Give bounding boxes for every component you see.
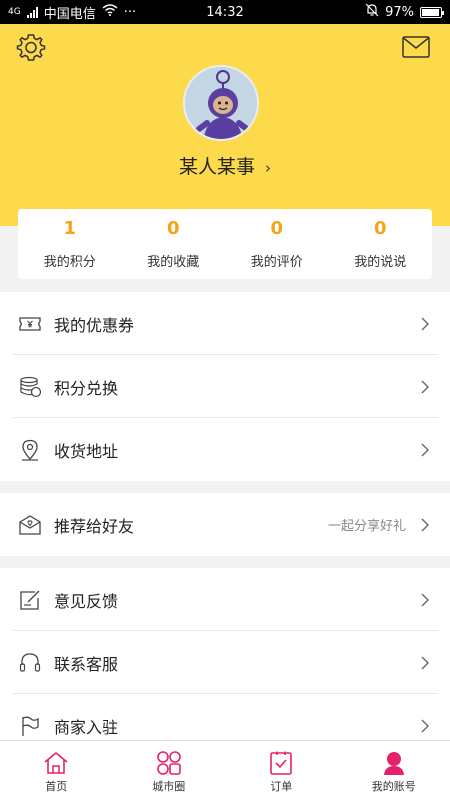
menu-item-label: 推荐给好友	[54, 516, 135, 536]
menu-item-feedback[interactable]: 意见反馈	[0, 568, 450, 631]
coupon-icon	[18, 312, 42, 336]
stat-value: 0	[270, 218, 284, 239]
chevron-right-icon	[420, 718, 430, 733]
menu-item-hint: 一起分享好礼	[327, 519, 406, 534]
tab-my-account[interactable]: 我的账号	[338, 741, 450, 800]
avatar[interactable]	[183, 65, 259, 141]
menu-item-label: 商家入驻	[54, 717, 119, 737]
stat-points[interactable]: 1 我的积分	[18, 209, 122, 279]
chevron-right-icon	[420, 655, 430, 670]
stat-label: 我的评价	[250, 255, 303, 270]
menu-item-points-exchange[interactable]: 积分兑换	[0, 355, 450, 418]
mail-icon[interactable]	[402, 36, 430, 58]
gear-icon[interactable]	[16, 32, 46, 62]
tab-label: 首页	[45, 780, 68, 793]
stat-value: 0	[373, 218, 387, 239]
headset-icon	[18, 651, 42, 675]
flag-icon	[18, 714, 42, 738]
battery-percent: 97%	[385, 4, 414, 20]
menu-item-customer-service[interactable]: 联系客服	[0, 631, 450, 694]
gift-icon	[18, 513, 42, 537]
grid-icon	[156, 750, 182, 776]
menu-group-support: 意见反馈 联系客服 商家入驻	[0, 568, 450, 757]
bottom-tab-bar: 首页 城市圈 订单 我的账号	[0, 740, 450, 800]
stat-label: 我的积分	[43, 255, 96, 270]
menu-group-share: 推荐给好友 一起分享好礼	[0, 493, 450, 556]
menu-item-shipping-address[interactable]: 收货地址	[0, 418, 450, 481]
menu-item-label: 我的优惠券	[54, 315, 135, 335]
stat-favorites[interactable]: 0 我的收藏	[122, 209, 226, 279]
stat-value: 0	[166, 218, 180, 239]
signal-icon	[26, 6, 38, 18]
menu-item-label: 联系客服	[54, 654, 119, 674]
username-text: 某人某事	[178, 156, 255, 178]
network-type: 4G	[8, 6, 21, 17]
chevron-right-icon	[420, 316, 430, 331]
menu-item-label: 积分兑换	[54, 378, 119, 398]
coins-icon	[18, 375, 42, 399]
home-icon	[43, 750, 69, 776]
tab-label: 我的账号	[371, 780, 416, 793]
menu-item-recommend[interactable]: 推荐给好友 一起分享好礼	[0, 493, 450, 556]
tab-home[interactable]: 首页	[0, 741, 113, 800]
chevron-right-icon: ›	[265, 159, 271, 177]
username[interactable]: 某人某事 ›	[0, 152, 450, 179]
more-indicator: ···	[123, 4, 137, 20]
status-bar: 4G 中国电信 ··· 14:32 97%	[0, 0, 450, 24]
menu-group-account: 我的优惠券 积分兑换 收货地址	[0, 292, 450, 481]
stat-reviews[interactable]: 0 我的评价	[225, 209, 329, 279]
carrier-name: 中国电信	[43, 6, 96, 22]
chevron-right-icon	[420, 442, 430, 457]
wifi-icon	[102, 4, 118, 20]
stat-label: 我的说说	[354, 255, 407, 270]
stats-card: 1 我的积分 0 我的收藏 0 我的评价 0 我的说说	[18, 209, 432, 279]
feedback-icon	[18, 588, 42, 612]
chevron-right-icon	[420, 379, 430, 394]
stat-value: 1	[63, 218, 77, 239]
account-icon	[381, 750, 407, 776]
profile-header: 某人某事 ›	[0, 24, 450, 226]
chevron-right-icon	[420, 592, 430, 607]
tab-label: 城市圈	[152, 780, 186, 793]
stat-posts[interactable]: 0 我的说说	[329, 209, 433, 279]
tab-label: 订单	[270, 780, 293, 793]
location-icon	[18, 438, 42, 462]
menu-item-label: 意见反馈	[54, 591, 119, 611]
tab-orders[interactable]: 订单	[225, 741, 338, 800]
tab-city-circle[interactable]: 城市圈	[113, 741, 226, 800]
battery-icon	[420, 6, 444, 18]
chevron-right-icon	[420, 517, 430, 532]
order-icon	[268, 750, 294, 776]
stat-label: 我的收藏	[147, 255, 200, 270]
menu-item-label: 收货地址	[54, 441, 119, 461]
menu-item-coupons[interactable]: 我的优惠券	[0, 292, 450, 355]
mute-icon	[365, 3, 379, 21]
